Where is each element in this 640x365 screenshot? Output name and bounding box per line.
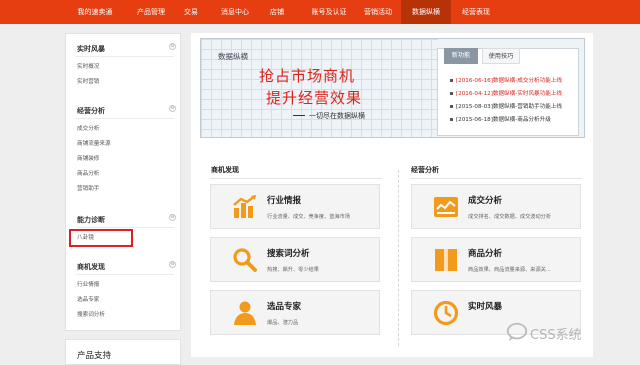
sidebar-section-business-analysis[interactable]: 经营分析 bbox=[77, 106, 105, 116]
sidebar-section-opportunity[interactable]: 商机发现 bbox=[77, 262, 105, 272]
nav-item-marketing[interactable]: 营销活动 bbox=[356, 0, 400, 24]
sidebar-section-realtime[interactable]: 实时风暴 bbox=[77, 44, 105, 54]
sidebar-item-store-decoration[interactable]: 商铺装修 bbox=[77, 154, 99, 162]
column-title-opportunity: 商机发现 bbox=[211, 166, 239, 174]
person-icon bbox=[234, 301, 256, 325]
clock-icon bbox=[433, 300, 459, 326]
banner-subtitle: 一切尽在数据纵横 bbox=[309, 112, 365, 120]
bar-chart-icon bbox=[233, 195, 256, 218]
collapse-icon[interactable]: ⊖ bbox=[169, 214, 176, 221]
column-divider bbox=[410, 178, 582, 179]
news-item[interactable]: [2016-06-16]数据纵横-成交分析功能上线 bbox=[450, 76, 562, 84]
nav-item-trade[interactable]: 交易 bbox=[176, 0, 206, 24]
nav-item-product-management[interactable]: 产品管理 bbox=[128, 0, 174, 24]
banner-dash bbox=[293, 115, 305, 116]
card-description: 商品效果、商品流量来源、来源关... bbox=[468, 267, 551, 273]
card-product-selection[interactable]: 选品专家 爆品、潜力品 bbox=[210, 290, 380, 335]
card-title: 行业情报 bbox=[267, 196, 302, 206]
line-chart-icon bbox=[434, 197, 458, 217]
card-transaction-analysis[interactable]: 成交分析 成交排名、成交数据、成交波动分析 bbox=[411, 184, 581, 229]
collapse-icon[interactable]: ⊖ bbox=[169, 261, 176, 268]
nav-item-messages[interactable]: 消息中心 bbox=[213, 0, 257, 24]
card-industry-info[interactable]: 行业情报 行业流量、成交、竞争度、蓝海市场 bbox=[210, 184, 380, 229]
sidebar-item-product-selection[interactable]: 选品专家 bbox=[77, 295, 99, 303]
news-item[interactable]: [2015-06-18]数据纵横-商品分析升级 bbox=[450, 115, 551, 123]
sidebar-item-product-analysis[interactable]: 商品分析 bbox=[77, 169, 99, 177]
sidebar: 实时风暴 ⊖ 实时概况 实时营销 经营分析 ⊖ 成交分析 商铺流量来源 商铺装修… bbox=[65, 33, 181, 331]
tab-new-features[interactable]: 新功能 bbox=[444, 48, 478, 64]
banner-title-line1: 抢占市场商机 bbox=[259, 67, 356, 85]
section-divider bbox=[76, 227, 174, 228]
sidebar-item-realtime-marketing[interactable]: 实时营销 bbox=[77, 77, 99, 85]
card-keyword-analysis[interactable]: 搜索词分析 热搜、飙升、零少结果 bbox=[210, 237, 380, 282]
nav-item-my-aliexpress[interactable]: 我的速卖通 bbox=[65, 0, 125, 24]
section-divider bbox=[76, 118, 174, 119]
card-title: 选品专家 bbox=[267, 302, 302, 312]
card-description: 成交排名、成交数据、成交波动分析 bbox=[468, 214, 552, 220]
news-text: [2015-08-03]数据纵横-营销助手功能上线 bbox=[456, 104, 563, 110]
card-title: 成交分析 bbox=[468, 196, 503, 206]
sidebar-item-realtime-overview[interactable]: 实时概况 bbox=[77, 62, 99, 70]
watermark-text: CSS系统 bbox=[530, 328, 582, 343]
bullet-icon bbox=[450, 105, 453, 108]
banner-label: 数据纵横 bbox=[218, 52, 248, 61]
sidebar-section-product-support[interactable]: 产品支持 bbox=[77, 349, 111, 361]
news-text: [2016-04-12]数据纵横-实时风暴功能上线 bbox=[456, 91, 563, 97]
banner: 数据纵横 抢占市场商机 提升经营效果 一切尽在数据纵横 新功能 使用技巧 [20… bbox=[200, 38, 585, 138]
tab-usage-tips[interactable]: 使用技巧 bbox=[482, 48, 520, 64]
card-product-analysis[interactable]: 商品分析 商品效果、商品流量来源、来源关... bbox=[411, 237, 581, 282]
news-text: [2016-06-16]数据纵横-成交分析功能上线 bbox=[456, 78, 563, 84]
sidebar-item-transaction-analysis[interactable]: 成交分析 bbox=[77, 124, 99, 132]
section-divider bbox=[76, 274, 174, 275]
nav-item-performance[interactable]: 经营表现 bbox=[454, 0, 498, 24]
column-title-business: 经营分析 bbox=[411, 166, 439, 174]
section-divider bbox=[76, 56, 174, 57]
chat-bubble-icon bbox=[506, 322, 528, 342]
card-description: 热搜、飙升、零少结果 bbox=[267, 267, 319, 273]
card-title: 实时风暴 bbox=[468, 302, 503, 312]
collapse-icon[interactable]: ⊖ bbox=[169, 105, 176, 112]
news-text: [2015-06-18]数据纵横-商品分析升级 bbox=[456, 117, 551, 123]
bullet-icon bbox=[450, 92, 453, 95]
nav-item-store[interactable]: 店铺 bbox=[262, 0, 292, 24]
box-icon bbox=[435, 249, 457, 271]
bullet-icon bbox=[450, 79, 453, 82]
sidebar-item-industry-info[interactable]: 行业情报 bbox=[77, 280, 99, 288]
nav-item-account[interactable]: 账号及认证 bbox=[300, 0, 358, 24]
highlight-box bbox=[69, 229, 133, 247]
nav-item-data-analytics[interactable]: 数据纵横 bbox=[401, 0, 451, 24]
bullet-icon bbox=[450, 118, 453, 121]
sidebar-section-diagnosis[interactable]: 能力诊断 bbox=[77, 215, 105, 225]
banner-title-line2: 提升经营效果 bbox=[266, 89, 363, 107]
card-title: 商品分析 bbox=[468, 249, 503, 259]
card-description: 行业流量、成交、竞争度、蓝海市场 bbox=[267, 214, 351, 220]
collapse-icon[interactable]: ⊖ bbox=[169, 43, 176, 50]
column-divider bbox=[210, 178, 382, 179]
card-title: 搜索词分析 bbox=[267, 249, 310, 259]
top-nav-bar: 我的速卖通 产品管理 交易 消息中心 店铺 账号及认证 营销活动 数据纵横 经营… bbox=[0, 0, 640, 24]
sidebar-item-marketing-assistant[interactable]: 营销助手 bbox=[77, 184, 99, 192]
sidebar-product-support: 产品支持 bbox=[65, 339, 181, 365]
card-description: 爆品、潜力品 bbox=[267, 320, 299, 326]
news-panel: 新功能 使用技巧 [2016-06-16]数据纵横-成交分析功能上线 [2016… bbox=[437, 48, 579, 136]
sidebar-item-keyword-analysis[interactable]: 搜索词分析 bbox=[77, 310, 105, 318]
sidebar-item-store-traffic[interactable]: 商铺流量来源 bbox=[77, 139, 111, 147]
column-separator bbox=[398, 170, 399, 346]
news-item[interactable]: [2016-04-12]数据纵横-实时风暴功能上线 bbox=[450, 89, 562, 97]
news-item[interactable]: [2015-08-03]数据纵横-营销助手功能上线 bbox=[450, 102, 562, 110]
magnifier-icon bbox=[233, 248, 257, 272]
